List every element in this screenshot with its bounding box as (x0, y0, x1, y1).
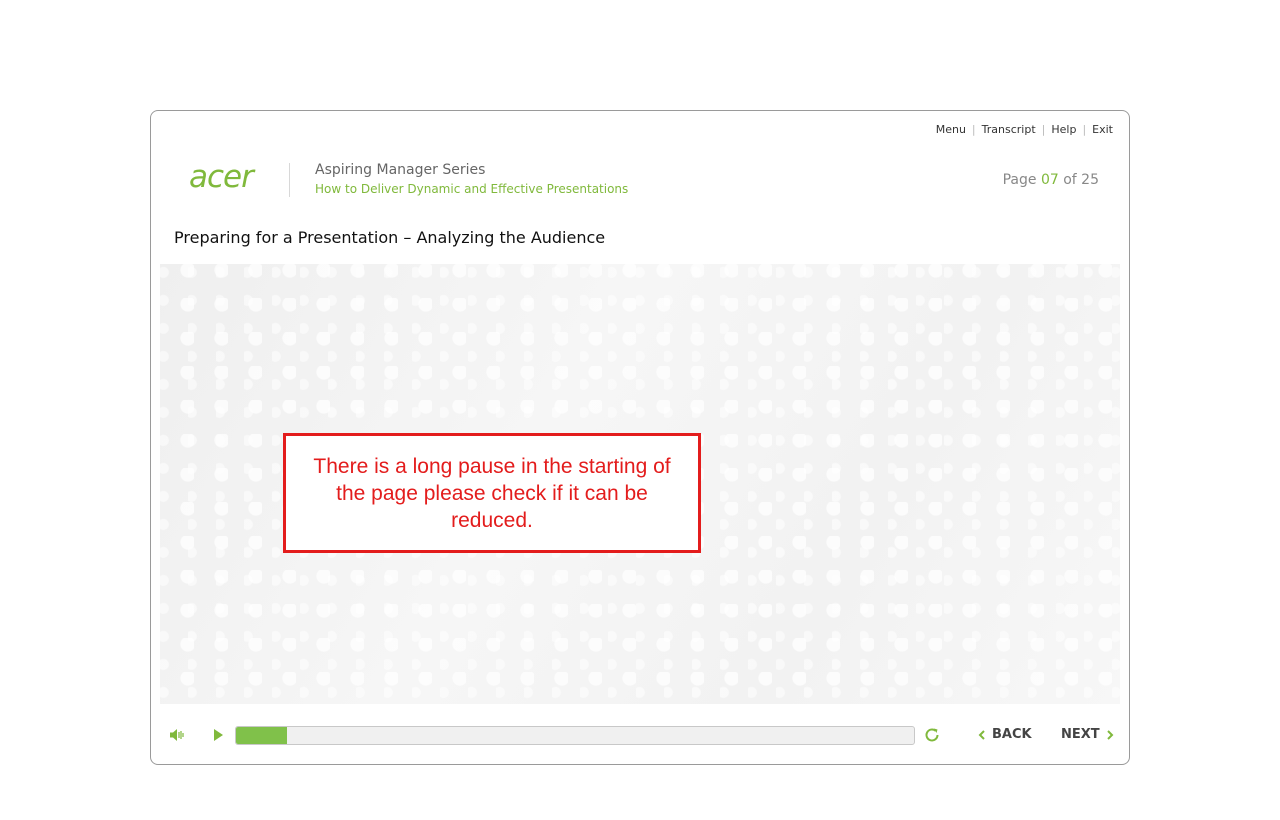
help-link[interactable]: Help (1051, 123, 1076, 136)
course-player-frame: Menu | Transcript | Help | Exit acer Asp… (150, 110, 1130, 765)
replay-icon[interactable] (923, 726, 941, 744)
progress-fill (236, 727, 287, 744)
review-comment-text: There is a long pause in the starting of… (313, 454, 671, 532)
exit-link[interactable]: Exit (1092, 123, 1113, 136)
back-label: BACK (992, 727, 1032, 742)
acer-logo: acer (189, 159, 257, 195)
review-comment-box: There is a long pause in the starting of… (283, 433, 701, 553)
menu-link[interactable]: Menu (936, 123, 966, 136)
player-controls: BACK NEXT (151, 715, 1129, 755)
page-counter: Page 07 of 25 (1003, 172, 1099, 188)
content-stage: There is a long pause in the starting of… (160, 264, 1120, 704)
play-icon[interactable] (211, 727, 225, 743)
volume-icon[interactable] (169, 727, 185, 743)
page-prefix: Page (1002, 172, 1037, 188)
next-label: NEXT (1061, 727, 1100, 742)
nav-separator: | (971, 123, 976, 136)
chevron-left-icon (978, 729, 985, 740)
current-page: 07 (1040, 172, 1059, 188)
next-button[interactable]: NEXT (1061, 727, 1114, 742)
course-title: How to Deliver Dynamic and Effective Pre… (315, 182, 629, 196)
back-button[interactable]: BACK (978, 727, 1032, 742)
logo-divider (289, 163, 290, 197)
logo-text: acer (189, 159, 256, 195)
transcript-link[interactable]: Transcript (982, 123, 1036, 136)
nav-separator: | (1041, 123, 1046, 136)
top-navigation: Menu | Transcript | Help | Exit (936, 123, 1113, 136)
series-title: Aspiring Manager Series (315, 162, 486, 178)
progress-bar[interactable] (235, 726, 915, 745)
page-title: Preparing for a Presentation – Analyzing… (174, 228, 606, 247)
page-of-label: of (1063, 172, 1077, 188)
total-pages: 25 (1081, 172, 1099, 188)
nav-separator: | (1082, 123, 1087, 136)
chevron-right-icon (1106, 729, 1114, 740)
